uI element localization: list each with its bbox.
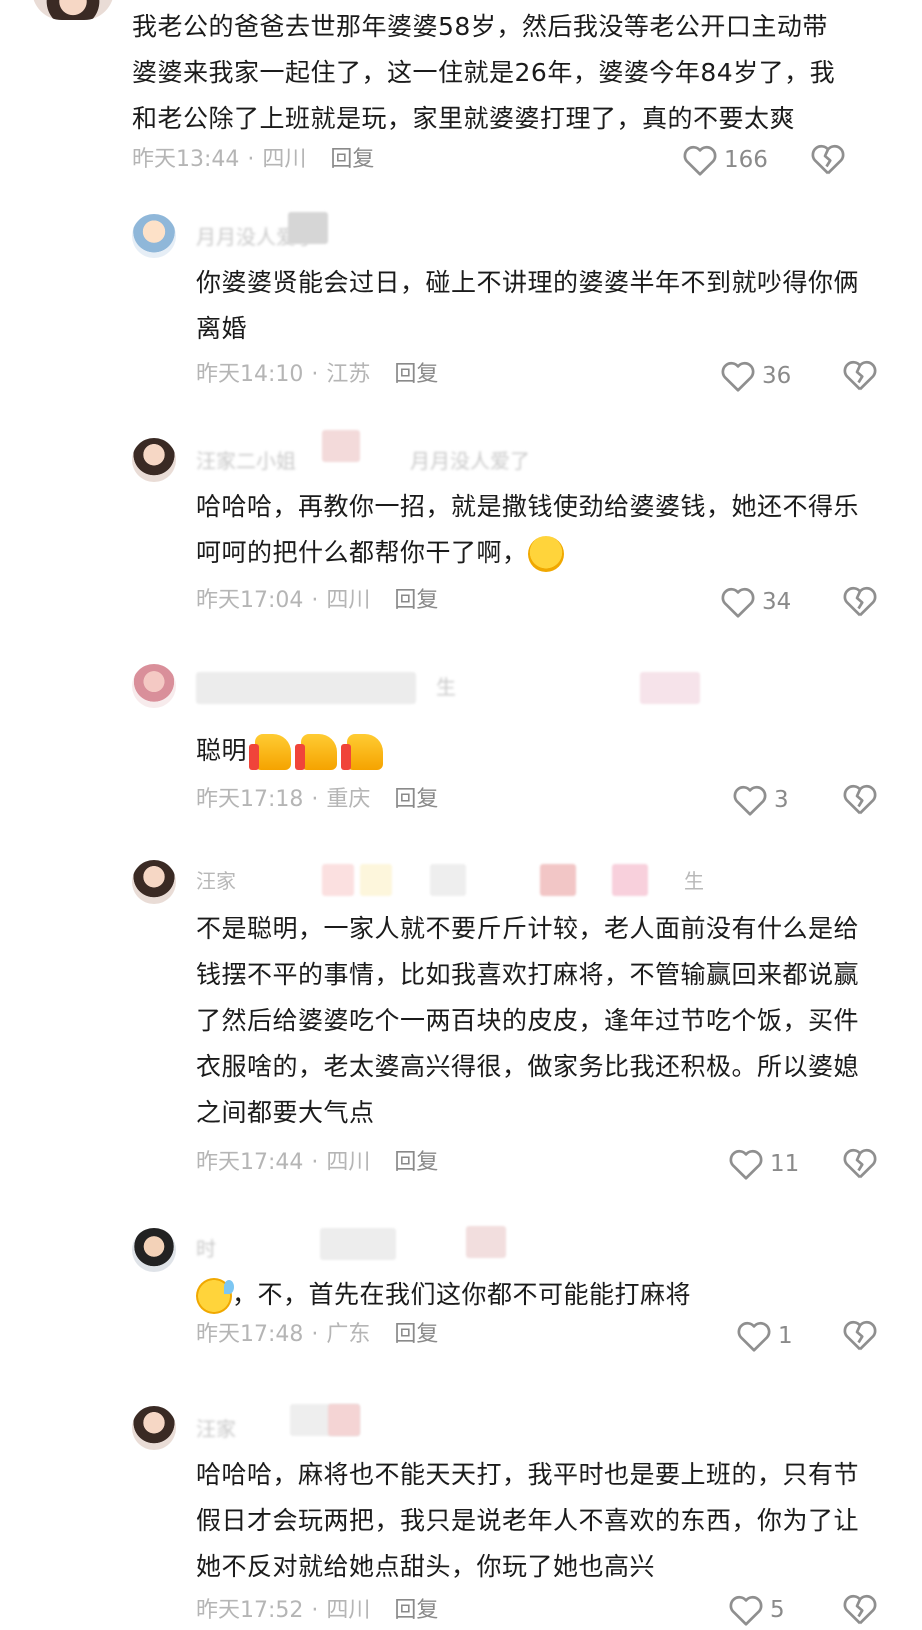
comment-meta: 昨天17:44 · 四川 回复 (196, 1150, 439, 1175)
comment-location: 四川 (326, 1150, 371, 1175)
avatar[interactable] (132, 438, 176, 482)
comment-text: 不是聪明，一家人就不要斤斤计较，老人面前没有什么是给钱摆不平的事情，比如我喜欢打… (196, 914, 860, 1127)
like-count: 166 (724, 147, 768, 173)
redacted-block (640, 672, 700, 704)
heart-outline-icon (729, 1149, 763, 1180)
like-button[interactable]: 166 (682, 140, 768, 180)
comment-meta: 昨天17:18 · 重庆 回复 (196, 787, 439, 812)
like-count: 34 (762, 589, 792, 615)
reply-button[interactable]: 回复 (394, 362, 438, 387)
broken-heart-icon[interactable] (842, 584, 878, 618)
avatar[interactable] (132, 664, 176, 708)
broken-heart-icon[interactable] (810, 142, 846, 176)
avatar[interactable] (132, 860, 176, 904)
comment-time: 昨天13:44 (132, 147, 240, 172)
grinning-sweat-emoji-icon (196, 1278, 234, 1314)
redacted-block (288, 212, 328, 244)
comment-time: 昨天17:04 (196, 588, 304, 613)
comment-time: 昨天17:48 (196, 1322, 304, 1347)
comment-location: 江苏 (326, 362, 371, 387)
redacted-block (322, 864, 354, 896)
comment-location: 四川 (326, 588, 371, 613)
like-count: 11 (770, 1151, 800, 1177)
redacted-block (320, 1228, 396, 1260)
laughing-emoji-icon (527, 536, 564, 572)
like-button[interactable]: 11 (728, 1144, 799, 1184)
avatar[interactable] (132, 1406, 176, 1450)
comment-text: 哈哈哈，麻将也不能天天打，我平时也是要上班的，只有节假日才会玩两把，我只是说老年… (196, 1460, 860, 1581)
like-button[interactable]: 5 (728, 1590, 785, 1630)
redacted-block (196, 672, 416, 704)
like-count: 5 (770, 1597, 785, 1623)
comment-location: 广东 (326, 1322, 371, 1347)
comment-time: 昨天17:18 (196, 787, 304, 812)
like-count: 36 (762, 363, 792, 389)
thumbs-up-emoji-icon (295, 734, 338, 770)
comment-location: 重庆 (326, 787, 371, 812)
like-button[interactable]: 1 (736, 1316, 793, 1356)
heart-outline-icon (721, 361, 755, 392)
reply-button[interactable]: 回复 (330, 147, 374, 172)
redacted-block (612, 864, 648, 896)
comment-text: ，不，首先在我们这你都不可能能打麻将 (196, 1272, 876, 1318)
redacted-block (322, 430, 360, 462)
reply-button[interactable]: 回复 (394, 1322, 438, 1347)
broken-heart-icon[interactable] (842, 782, 878, 816)
like-button[interactable]: 34 (720, 582, 791, 622)
reply-button[interactable]: 回复 (394, 1598, 438, 1623)
comment-meta: 昨天13:44 · 四川 回复 (132, 147, 375, 172)
comment-text: 哈哈哈，再教你一招，就是撒钱使劲给婆婆钱，她还不得乐呵呵的把什么都帮你干了啊， (196, 484, 876, 576)
comment-meta: 昨天14:10 · 江苏 回复 (196, 362, 439, 387)
broken-heart-icon[interactable] (842, 1592, 878, 1626)
comment-time: 昨天17:44 (196, 1150, 304, 1175)
broken-heart-icon[interactable] (842, 1318, 878, 1352)
comment-meta: 昨天17:04 · 四川 回复 (196, 588, 439, 613)
heart-outline-icon (729, 1595, 763, 1626)
comment-meta: 昨天17:52 · 四川 回复 (196, 1598, 439, 1623)
like-button[interactable]: 36 (720, 356, 791, 396)
comment-text: 我老公的爸爸去世那年婆婆58岁，然后我没等老公开口主动带婆婆来我家一起住了，这一… (132, 12, 836, 133)
reply-button[interactable]: 回复 (394, 1150, 438, 1175)
comment-text: 聪明 (196, 728, 876, 774)
reply-button[interactable]: 回复 (394, 787, 438, 812)
broken-heart-icon[interactable] (842, 1146, 878, 1180)
broken-heart-icon[interactable] (842, 358, 878, 392)
comment-meta: 昨天17:48 · 广东 回复 (196, 1322, 439, 1347)
redacted-block (360, 864, 392, 896)
like-count: 3 (774, 787, 789, 813)
heart-outline-icon (683, 145, 717, 176)
username-tail[interactable]: 生 (684, 866, 704, 896)
username[interactable]: 汪家二小姐 (196, 446, 296, 476)
username[interactable]: 汪家 (196, 1414, 236, 1444)
redacted-block (430, 864, 466, 896)
username[interactable]: 生 (436, 672, 456, 702)
comment-text-body: 聪明 (196, 736, 248, 765)
username[interactable]: 时 (196, 1234, 216, 1264)
username[interactable]: 汪家 (196, 866, 236, 896)
reply-to-username[interactable]: 月月没人爱了 (410, 446, 530, 476)
avatar[interactable] (132, 1228, 176, 1272)
comment-time: 昨天14:10 (196, 362, 304, 387)
comment-time: 昨天17:52 (196, 1598, 304, 1623)
heart-outline-icon (733, 785, 767, 816)
heart-outline-icon (721, 587, 755, 618)
comment-location: 四川 (326, 1598, 371, 1623)
avatar[interactable] (132, 214, 176, 258)
heart-outline-icon (737, 1321, 771, 1352)
like-count: 1 (778, 1323, 793, 1349)
like-button[interactable]: 3 (732, 780, 789, 820)
thumbs-up-emoji-icon (341, 734, 384, 770)
comment-location: 四川 (262, 147, 307, 172)
redacted-block (466, 1226, 506, 1258)
redacted-block (328, 1404, 360, 1436)
redacted-block (540, 864, 576, 896)
comment-text-body: ，不，首先在我们这你都不可能能打麻将 (232, 1280, 692, 1309)
avatar[interactable] (32, 0, 114, 20)
reply-button[interactable]: 回复 (394, 588, 438, 613)
comment-text: 你婆婆贤能会过日，碰上不讲理的婆婆半年不到就吵得你俩离婚 (196, 268, 860, 343)
thumbs-up-emoji-icon (249, 734, 292, 770)
